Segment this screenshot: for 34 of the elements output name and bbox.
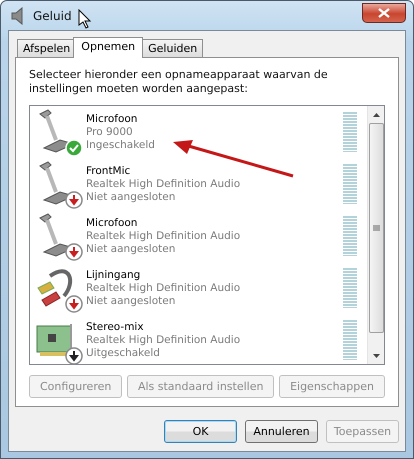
device-name[interactable]: FrontMic bbox=[86, 165, 343, 178]
device-state: Ingeschakeld bbox=[86, 139, 156, 152]
device-description: Realtek High Definition Audio bbox=[86, 282, 242, 295]
tab[interactable]: Opnemen bbox=[73, 37, 144, 58]
device-state: Niet aangesloten bbox=[86, 243, 176, 256]
scrollbar[interactable] bbox=[367, 106, 384, 364]
dialog-button[interactable]: OK bbox=[164, 420, 237, 443]
level-meter bbox=[343, 112, 357, 152]
device-state: Niet aangesloten bbox=[86, 191, 176, 204]
tab[interactable]: Geluiden bbox=[142, 39, 204, 57]
window-title: Geluid bbox=[33, 8, 72, 24]
device-description: Pro 9000 bbox=[86, 126, 134, 139]
device-name[interactable]: Stereo-mix bbox=[86, 321, 343, 334]
scroll-thumb[interactable] bbox=[368, 123, 384, 333]
device-description: Realtek High Definition Audio bbox=[86, 230, 242, 243]
dialog-button[interactable]: Annuleren bbox=[245, 420, 318, 443]
instruction-text: Selecteer hieronder een opnameapparaat waarvan de instellingen moeten worden aangepast: bbox=[29, 68, 329, 96]
level-meter bbox=[343, 268, 357, 308]
speaker-icon bbox=[11, 6, 25, 24]
level-meter bbox=[343, 164, 357, 204]
device-name[interactable]: Lijningang bbox=[86, 269, 343, 282]
device-description: Realtek High Definition Audio bbox=[86, 334, 242, 347]
close-button[interactable] bbox=[362, 2, 406, 22]
device-description: Realtek High Definition Audio bbox=[86, 178, 242, 191]
device-name[interactable]: Microfoon bbox=[86, 217, 343, 230]
cable-jack-icon bbox=[37, 269, 72, 307]
cursor-icon bbox=[78, 9, 92, 29]
device-name[interactable]: Microfoon bbox=[86, 113, 343, 126]
level-meter bbox=[343, 320, 357, 360]
close-icon bbox=[378, 8, 390, 18]
device-state: Uitgeschakeld bbox=[86, 347, 161, 360]
device-state: Niet aangesloten bbox=[86, 295, 176, 308]
sound-card-icon bbox=[36, 324, 72, 356]
level-meter bbox=[343, 216, 357, 256]
